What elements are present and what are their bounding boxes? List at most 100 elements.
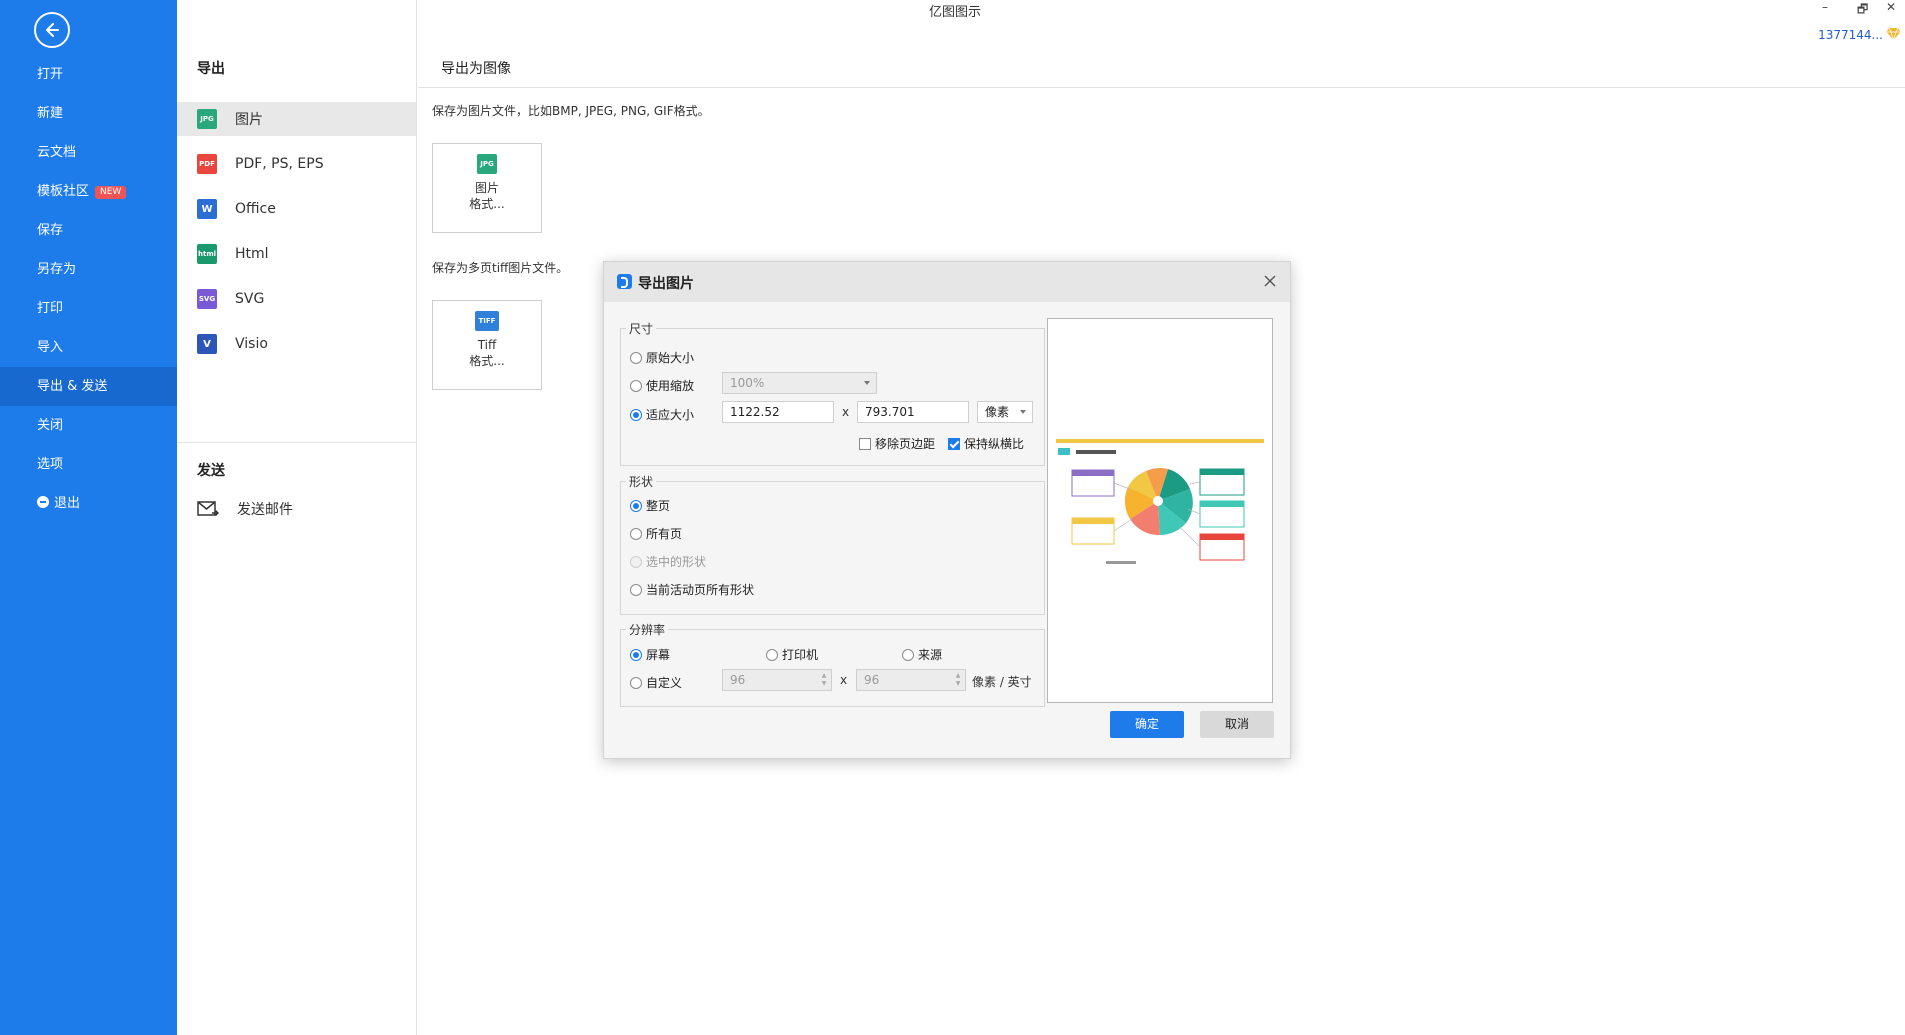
dialog-close-button[interactable] [1264,272,1276,291]
format-item-office[interactable]: W Office [177,192,416,226]
sidebar-item-options[interactable]: 选项 [0,445,177,484]
radio-current-page-shapes[interactable]: 当前活动页所有形状 [630,581,754,598]
sidebar-item-import[interactable]: 导入 [0,328,177,367]
radio-button[interactable] [630,379,642,392]
restore-button[interactable]: 🗗 [1857,0,1868,21]
times-sign: x [840,673,848,687]
diagram-preview-thumbnail [1056,439,1264,587]
content-title: 导出为图像 [441,61,511,77]
resolution-group [620,629,1045,707]
dpi-unit-label: 像素 / 英寸 [972,675,1032,689]
size-group-title: 尺寸 [626,320,657,337]
word-file-icon: W [197,199,217,219]
radio-custom[interactable]: 自定义 [630,674,682,691]
sidebar-item-exit[interactable]: 退出 [0,484,177,523]
radio-button[interactable] [902,648,914,661]
radio-button[interactable] [630,583,642,596]
checkbox-checked[interactable] [948,437,960,450]
export-format-column: 导出 JPG 图片 PDF PDF, PS, EPS W Office html… [177,0,417,1035]
radio-all-pages[interactable]: 所有页 [630,525,682,542]
jpg-file-icon: JPG [477,154,497,174]
resolution-group-title: 分辨率 [626,621,669,638]
radio-button-selected[interactable] [630,408,642,421]
sidebar-item-save-as[interactable]: 另存为 [0,250,177,289]
ok-button[interactable]: 确定 [1110,711,1184,738]
send-email-item[interactable]: 发送邮件 [177,492,416,526]
dialog-header: 导出图片 [604,262,1290,302]
app-title: 亿图图示 [928,5,981,20]
send-section-title: 发送 [197,463,225,479]
close-window-button[interactable]: ✕ [1886,0,1896,14]
keep-ratio-checkbox[interactable]: 保持纵横比 [948,435,1024,452]
checkbox[interactable] [859,437,871,450]
radio-use-scale[interactable]: 使用缩放 [630,377,694,394]
close-icon [1264,275,1276,287]
radio-original-size[interactable]: 原始大小 [630,349,694,366]
section-divider [177,442,416,443]
jpg-file-icon: JPG [197,109,217,129]
radio-source[interactable]: 来源 [902,646,942,663]
radio-button[interactable] [630,527,642,540]
exit-icon [37,496,49,508]
radio-button[interactable] [630,676,642,689]
spin-arrows-icon: ▲ ▼ [821,672,827,687]
minimize-button[interactable]: – [1822,0,1828,14]
user-account[interactable]: 1377144... [1818,28,1883,42]
vip-diamond-icon[interactable] [1886,27,1901,41]
new-badge: NEW [95,186,127,199]
image-format-description: 保存为图片文件，比如BMP, JPEG, PNG, GIF格式。 [432,104,710,118]
tiff-file-icon: TIFF [475,311,499,331]
sidebar-item-export-send[interactable]: 导出 & 发送 [0,367,177,406]
sidebar-item-save[interactable]: 保存 [0,211,177,250]
scale-dropdown[interactable]: 100% [722,372,877,394]
arrow-left-icon [46,23,59,37]
chevron-down-icon [1020,410,1026,414]
export-preview [1047,318,1273,703]
dpi-x-stepper[interactable]: 96 ▲ ▼ [722,669,832,691]
format-item-html[interactable]: html Html [177,237,416,271]
shape-group-title: 形状 [626,473,657,490]
format-item-visio[interactable]: V Visio [177,327,416,361]
image-format-card[interactable]: JPG 图片 格式... [432,143,542,233]
radio-printer[interactable]: 打印机 [766,646,818,663]
radio-button-selected[interactable] [630,648,642,661]
format-item-image[interactable]: JPG 图片 [177,102,416,136]
radio-selected-shapes: 选中的形状 [630,553,706,570]
width-input[interactable]: 1122.52 [722,401,834,423]
svg-file-icon: SVG [197,289,217,309]
radio-screen[interactable]: 屏幕 [630,646,670,663]
format-item-pdf[interactable]: PDF PDF, PS, EPS [177,147,416,181]
height-input[interactable]: 793.701 [857,401,969,423]
visio-file-icon: V [197,334,217,354]
chevron-down-icon [864,381,870,385]
spin-arrows-icon: ▲ ▼ [955,672,961,687]
sidebar-item-cloud-docs[interactable]: 云文档 [0,133,177,172]
cancel-button[interactable]: 取消 [1200,711,1274,738]
app-logo-icon [617,274,632,289]
sidebar-item-template-community[interactable]: 模板社区 NEW [0,172,177,211]
export-section-title: 导出 [197,61,225,77]
sidebar-item-new[interactable]: 新建 [0,94,177,133]
dpi-y-stepper[interactable]: 96 ▲ ▼ [856,669,966,691]
pdf-file-icon: PDF [197,154,217,174]
sidebar-item-open[interactable]: 打开 [0,55,177,94]
unit-dropdown[interactable]: 像素 [977,401,1033,423]
sidebar-item-close[interactable]: 关闭 [0,406,177,445]
mail-send-icon [197,501,219,517]
radio-whole-page[interactable]: 整页 [630,497,670,514]
radio-button[interactable] [630,351,642,364]
radio-fit-size[interactable]: 适应大小 [630,406,694,423]
tiff-format-card[interactable]: TIFF Tiff 格式... [432,300,542,390]
radio-button-selected[interactable] [630,499,642,512]
sidebar-item-print[interactable]: 打印 [0,289,177,328]
format-item-svg[interactable]: SVG SVG [177,282,416,316]
dialog-title: 导出图片 [638,276,694,292]
header-divider [418,87,1905,88]
remove-margin-checkbox[interactable]: 移除页边距 [859,435,935,452]
html-file-icon: html [197,244,217,264]
tiff-format-description: 保存为多页tiff图片文件。 [432,261,569,275]
radio-button[interactable] [766,648,778,661]
radio-button-disabled [630,555,642,568]
times-sign: x [842,405,850,419]
back-button[interactable] [34,12,70,48]
